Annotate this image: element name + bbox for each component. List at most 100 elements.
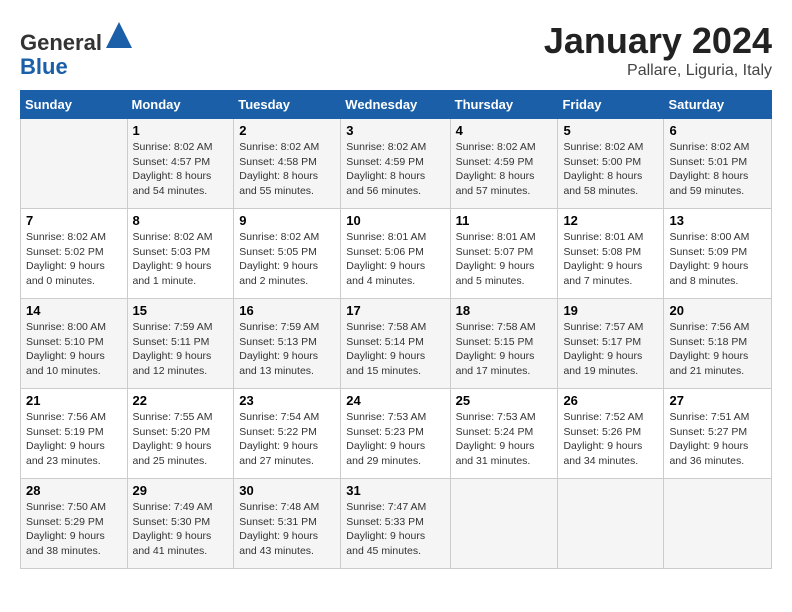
day-cell: 19 Sunrise: 7:57 AM Sunset: 5:17 PM Dayli… (558, 299, 664, 389)
day-cell: 20 Sunrise: 7:56 AM Sunset: 5:18 PM Dayli… (664, 299, 772, 389)
day-number: 12 (563, 213, 658, 228)
day-cell: 30Sunrise: 7:48 AM Sunset: 5:31 PM Dayli… (234, 479, 341, 569)
day-number: 5 (563, 123, 658, 138)
logo-blue-text: Blue (20, 54, 68, 79)
day-number: 28 (26, 483, 122, 498)
day-info: Sunrise: 8:02 AM Sunset: 4:58 PM Dayligh… (239, 140, 335, 199)
day-info: Sunrise: 8:02 AM Sunset: 5:00 PM Dayligh… (563, 140, 658, 199)
title-block: January 2024 Pallare, Liguria, Italy (544, 20, 772, 80)
calendar-table: SundayMondayTuesdayWednesdayThursdayFrid… (20, 90, 772, 569)
day-number: 14 (26, 303, 122, 318)
day-info: Sunrise: 7:58 AM Sunset: 5:14 PM Dayligh… (346, 320, 444, 379)
day-cell: 26 Sunrise: 7:52 AM Sunset: 5:26 PM Dayli… (558, 389, 664, 479)
day-info: Sunrise: 7:58 AM Sunset: 5:15 PM Dayligh… (456, 320, 553, 379)
day-number: 31 (346, 483, 444, 498)
day-info: Sunrise: 8:00 AM Sunset: 5:10 PM Dayligh… (26, 320, 122, 379)
header-cell-monday: Monday (127, 91, 234, 119)
day-info: Sunrise: 7:57 AM Sunset: 5:17 PM Dayligh… (563, 320, 658, 379)
day-cell: 5 Sunrise: 8:02 AM Sunset: 5:00 PM Daylig… (558, 119, 664, 209)
day-cell: 1Sunrise: 8:02 AM Sunset: 4:57 PM Daylig… (127, 119, 234, 209)
calendar-header: SundayMondayTuesdayWednesdayThursdayFrid… (21, 91, 772, 119)
day-cell: 3Sunrise: 8:02 AM Sunset: 4:59 PM Daylig… (341, 119, 450, 209)
day-cell: 17 Sunrise: 7:58 AM Sunset: 5:14 PM Dayli… (341, 299, 450, 389)
day-number: 21 (26, 393, 122, 408)
day-info: Sunrise: 8:00 AM Sunset: 5:09 PM Dayligh… (669, 230, 766, 289)
day-number: 24 (346, 393, 444, 408)
day-cell: 25 Sunrise: 7:53 AM Sunset: 5:24 PM Dayli… (450, 389, 558, 479)
day-info: Sunrise: 8:02 AM Sunset: 5:01 PM Dayligh… (669, 140, 766, 199)
day-cell (664, 479, 772, 569)
day-number: 16 (239, 303, 335, 318)
day-cell: 15Sunrise: 7:59 AM Sunset: 5:11 PM Dayli… (127, 299, 234, 389)
day-number: 30 (239, 483, 335, 498)
month-title: January 2024 (544, 20, 772, 62)
day-number: 19 (563, 303, 658, 318)
day-cell: 21 Sunrise: 7:56 AM Sunset: 5:19 PM Dayli… (21, 389, 128, 479)
day-info: Sunrise: 7:56 AM Sunset: 5:19 PM Dayligh… (26, 410, 122, 469)
day-number: 11 (456, 213, 553, 228)
day-info: Sunrise: 8:02 AM Sunset: 4:59 PM Dayligh… (456, 140, 553, 199)
day-cell: 11Sunrise: 8:01 AM Sunset: 5:07 PM Dayli… (450, 209, 558, 299)
day-number: 2 (239, 123, 335, 138)
day-cell: 13 Sunrise: 8:00 AM Sunset: 5:09 PM Dayli… (664, 209, 772, 299)
day-number: 4 (456, 123, 553, 138)
day-number: 20 (669, 303, 766, 318)
day-cell: 18 Sunrise: 7:58 AM Sunset: 5:15 PM Dayli… (450, 299, 558, 389)
day-cell: 8Sunrise: 8:02 AM Sunset: 5:03 PM Daylig… (127, 209, 234, 299)
day-info: Sunrise: 7:54 AM Sunset: 5:22 PM Dayligh… (239, 410, 335, 469)
day-cell: 10Sunrise: 8:01 AM Sunset: 5:06 PM Dayli… (341, 209, 450, 299)
day-number: 22 (133, 393, 229, 408)
day-info: Sunrise: 7:53 AM Sunset: 5:24 PM Dayligh… (456, 410, 553, 469)
day-info: Sunrise: 8:01 AM Sunset: 5:06 PM Dayligh… (346, 230, 444, 289)
day-number: 25 (456, 393, 553, 408)
day-cell (450, 479, 558, 569)
day-cell: 2 Sunrise: 8:02 AM Sunset: 4:58 PM Daylig… (234, 119, 341, 209)
header-cell-wednesday: Wednesday (341, 91, 450, 119)
day-info: Sunrise: 7:51 AM Sunset: 5:27 PM Dayligh… (669, 410, 766, 469)
day-number: 26 (563, 393, 658, 408)
day-info: Sunrise: 7:53 AM Sunset: 5:23 PM Dayligh… (346, 410, 444, 469)
day-info: Sunrise: 7:49 AM Sunset: 5:30 PM Dayligh… (133, 500, 229, 559)
day-number: 15 (133, 303, 229, 318)
header-cell-thursday: Thursday (450, 91, 558, 119)
calendar-body: 1Sunrise: 8:02 AM Sunset: 4:57 PM Daylig… (21, 119, 772, 569)
day-info: Sunrise: 7:47 AM Sunset: 5:33 PM Dayligh… (346, 500, 444, 559)
day-number: 29 (133, 483, 229, 498)
page-header: General Blue January 2024 Pallare, Ligur… (20, 20, 772, 80)
day-number: 9 (239, 213, 335, 228)
week-row-4: 28Sunrise: 7:50 AM Sunset: 5:29 PM Dayli… (21, 479, 772, 569)
day-info: Sunrise: 7:56 AM Sunset: 5:18 PM Dayligh… (669, 320, 766, 379)
day-cell: 23 Sunrise: 7:54 AM Sunset: 5:22 PM Dayli… (234, 389, 341, 479)
day-cell (21, 119, 128, 209)
week-row-0: 1Sunrise: 8:02 AM Sunset: 4:57 PM Daylig… (21, 119, 772, 209)
day-cell: 16Sunrise: 7:59 AM Sunset: 5:13 PM Dayli… (234, 299, 341, 389)
day-cell: 6 Sunrise: 8:02 AM Sunset: 5:01 PM Daylig… (664, 119, 772, 209)
day-number: 23 (239, 393, 335, 408)
day-info: Sunrise: 8:01 AM Sunset: 5:08 PM Dayligh… (563, 230, 658, 289)
header-cell-sunday: Sunday (21, 91, 128, 119)
day-cell: 29 Sunrise: 7:49 AM Sunset: 5:30 PM Dayli… (127, 479, 234, 569)
day-number: 8 (133, 213, 229, 228)
day-cell: 28Sunrise: 7:50 AM Sunset: 5:29 PM Dayli… (21, 479, 128, 569)
day-number: 6 (669, 123, 766, 138)
logo-general-text: General (20, 30, 102, 55)
logo: General Blue (20, 20, 134, 79)
day-number: 3 (346, 123, 444, 138)
day-number: 7 (26, 213, 122, 228)
day-cell (558, 479, 664, 569)
day-info: Sunrise: 8:02 AM Sunset: 5:02 PM Dayligh… (26, 230, 122, 289)
header-cell-saturday: Saturday (664, 91, 772, 119)
day-number: 13 (669, 213, 766, 228)
day-cell: 27Sunrise: 7:51 AM Sunset: 5:27 PM Dayli… (664, 389, 772, 479)
day-cell: 14 Sunrise: 8:00 AM Sunset: 5:10 PM Dayli… (21, 299, 128, 389)
day-info: Sunrise: 7:55 AM Sunset: 5:20 PM Dayligh… (133, 410, 229, 469)
day-cell: 12 Sunrise: 8:01 AM Sunset: 5:08 PM Dayli… (558, 209, 664, 299)
day-info: Sunrise: 8:02 AM Sunset: 4:57 PM Dayligh… (133, 140, 229, 199)
day-info: Sunrise: 7:52 AM Sunset: 5:26 PM Dayligh… (563, 410, 658, 469)
day-number: 18 (456, 303, 553, 318)
header-row: SundayMondayTuesdayWednesdayThursdayFrid… (21, 91, 772, 119)
header-cell-tuesday: Tuesday (234, 91, 341, 119)
day-cell: 4 Sunrise: 8:02 AM Sunset: 4:59 PM Daylig… (450, 119, 558, 209)
logo-icon (104, 20, 134, 50)
day-number: 17 (346, 303, 444, 318)
